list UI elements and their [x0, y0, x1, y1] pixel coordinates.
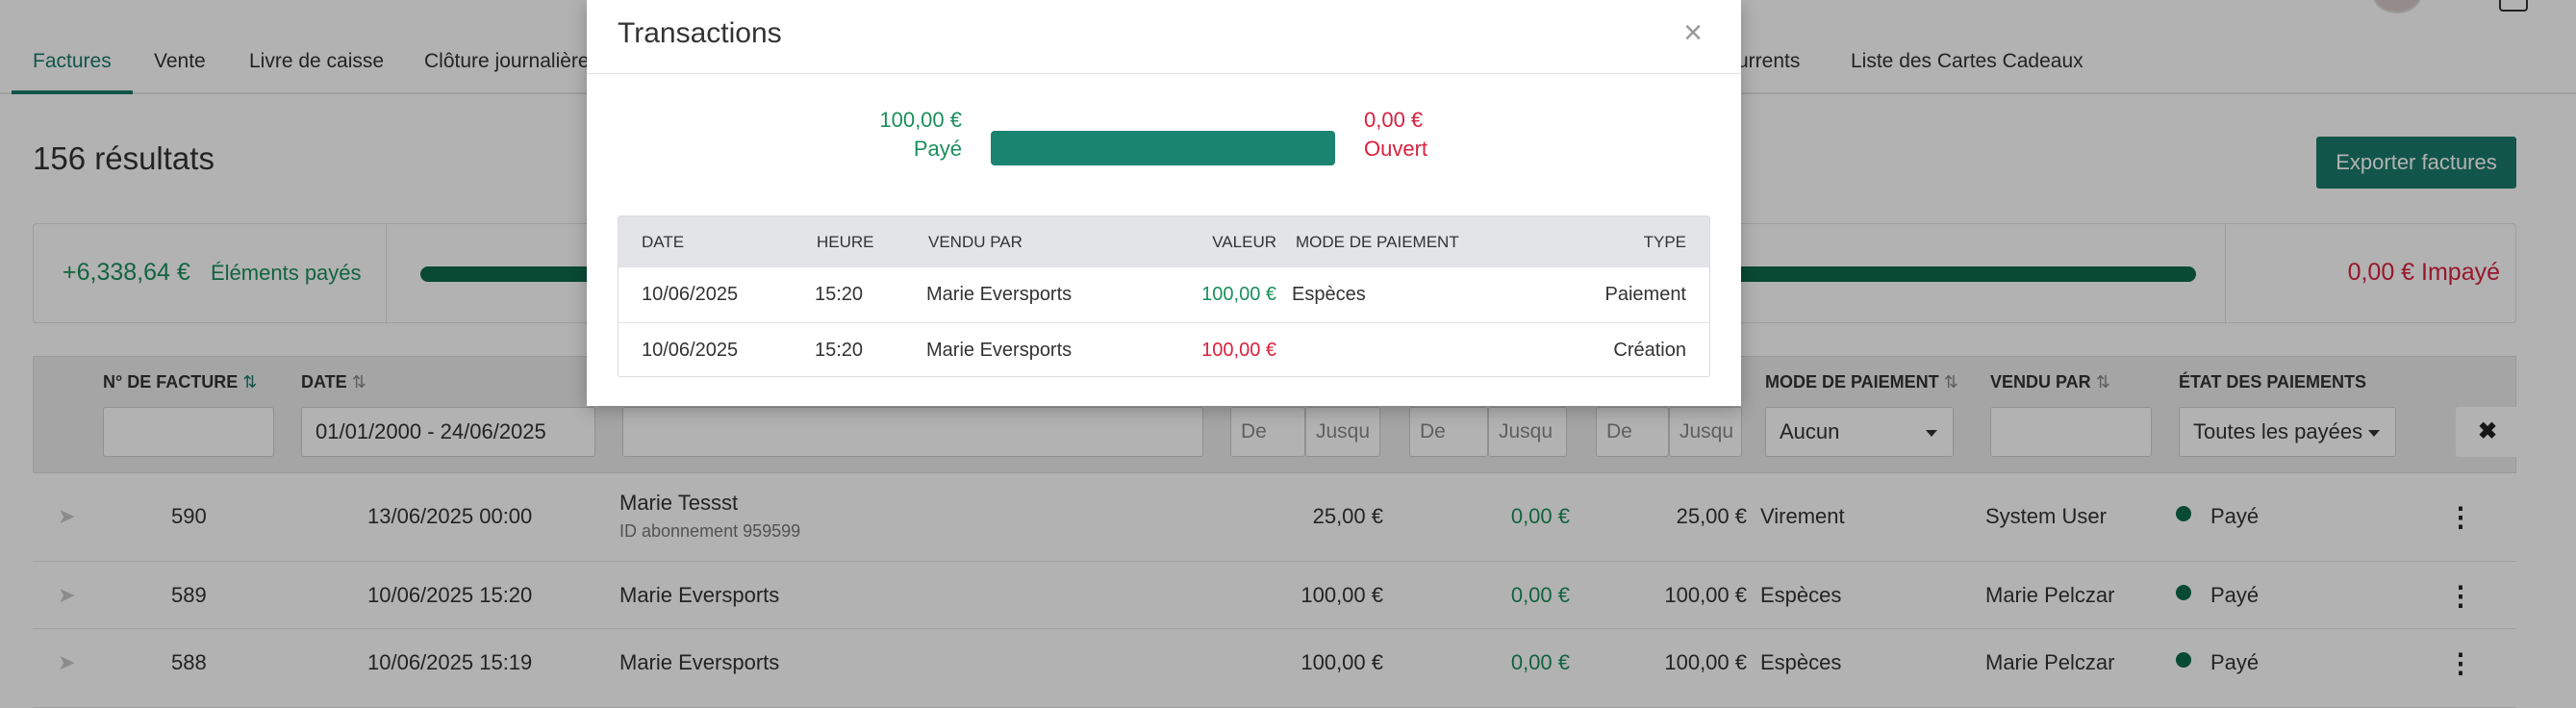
transactions-modal: Transactions × 100,00 € Payé 0,00 € Ouve…: [587, 0, 1741, 406]
col-payment-mode: MODE DE PAIEMENT: [1296, 233, 1459, 251]
tx-date: 10/06/2025: [642, 340, 739, 361]
col-value: VALEUR: [1212, 233, 1276, 251]
paid-label: Payé: [913, 137, 962, 161]
tx-date: 10/06/2025: [642, 284, 739, 305]
tx-sold-by: Marie Eversports: [926, 340, 1073, 361]
tx-sold-by: Marie Eversports: [926, 284, 1073, 305]
tx-time: 15:20: [815, 340, 864, 361]
col-time: HEURE: [817, 233, 874, 251]
modal-title: Transactions: [618, 17, 782, 49]
divider: [587, 73, 1741, 74]
table-row: 10/06/2025 15:20 Marie Eversports 100,00…: [619, 266, 1709, 322]
open-amount: 0,00 €: [1364, 108, 1424, 132]
tx-value: 100,00 €: [1201, 340, 1276, 361]
col-type: TYPE: [1643, 233, 1686, 251]
tx-value: 100,00 €: [1201, 284, 1276, 305]
transactions-table: DATE HEURE VENDU PAR VALEUR MODE DE PAIE…: [618, 215, 1710, 377]
col-sold-by: VENDU PAR: [928, 233, 1023, 251]
open-label: Ouvert: [1364, 137, 1428, 161]
table-row: 10/06/2025 15:20 Marie Eversports 100,00…: [619, 322, 1709, 376]
payment-progress-fill: [991, 131, 1335, 165]
tx-payment-mode: Espèces: [1292, 284, 1366, 305]
table-header: DATE HEURE VENDU PAR VALEUR MODE DE PAIE…: [619, 216, 1709, 266]
close-icon[interactable]: ×: [1678, 16, 1708, 49]
col-date: DATE: [642, 233, 685, 251]
payment-progress-bar: [991, 131, 1335, 165]
paid-amount: 100,00 €: [879, 108, 962, 132]
tx-time: 15:20: [815, 284, 864, 305]
tx-type: Paiement: [1604, 284, 1687, 305]
tx-type: Création: [1613, 340, 1686, 361]
